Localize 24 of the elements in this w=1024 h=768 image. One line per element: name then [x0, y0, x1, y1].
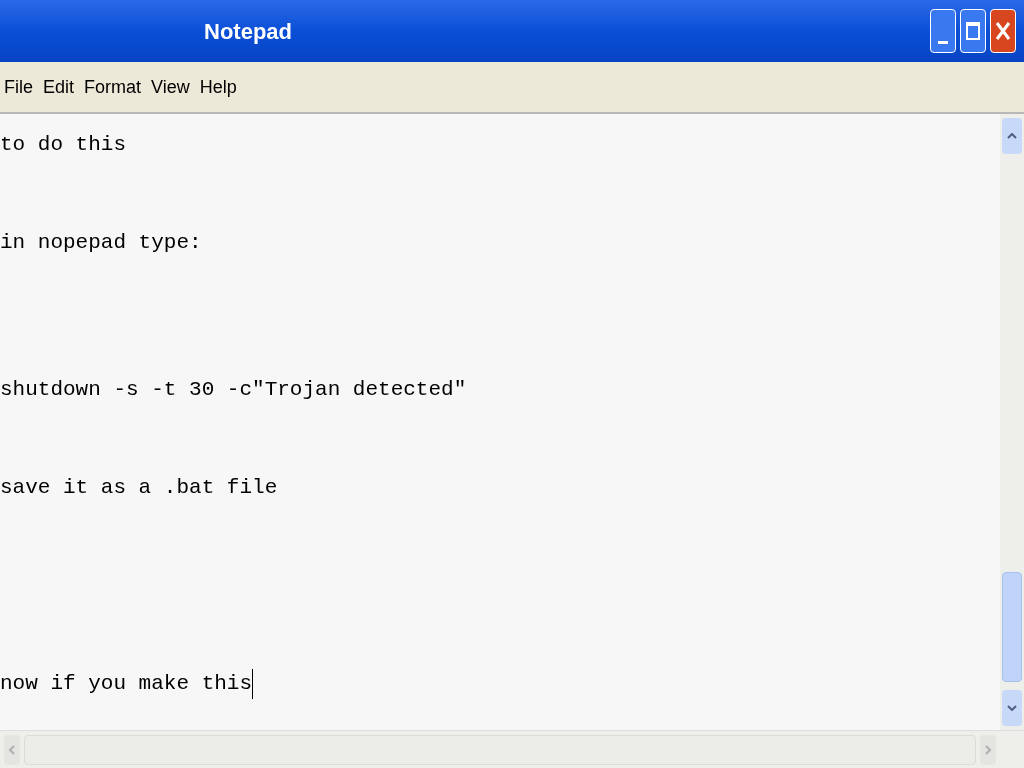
horizontal-scrollbar[interactable] — [0, 730, 1024, 768]
close-button[interactable] — [990, 9, 1016, 53]
scroll-left-button[interactable] — [4, 734, 20, 765]
maximize-button[interactable] — [960, 9, 986, 53]
window-title: Notepad — [204, 17, 292, 46]
close-icon — [995, 20, 1011, 42]
menu-item[interactable]: Help — [199, 73, 237, 101]
scroll-right-button[interactable] — [980, 734, 996, 765]
menu-item[interactable]: View — [151, 73, 190, 101]
scroll-up-button[interactable] — [1002, 118, 1022, 154]
text-line: shutdown -s -t 30 -c"Trojan detected" — [0, 377, 467, 403]
menu-item[interactable]: Edit — [43, 73, 75, 101]
maximize-icon — [966, 22, 980, 40]
vertical-scrollbar[interactable] — [1000, 114, 1024, 730]
menu-item[interactable]: File — [4, 73, 33, 101]
minimize-icon — [938, 41, 948, 44]
menu-item[interactable]: Format — [84, 73, 142, 101]
minimize-button[interactable] — [930, 9, 956, 53]
text-line: in nopepad type: — [0, 230, 202, 256]
scroll-down-button[interactable] — [1002, 690, 1022, 726]
text-line: to do this — [0, 132, 127, 158]
scroll-thumb[interactable] — [1002, 572, 1022, 682]
text-line: now if you make this — [0, 671, 253, 697]
text-line: save it as a .bat file — [0, 475, 278, 501]
